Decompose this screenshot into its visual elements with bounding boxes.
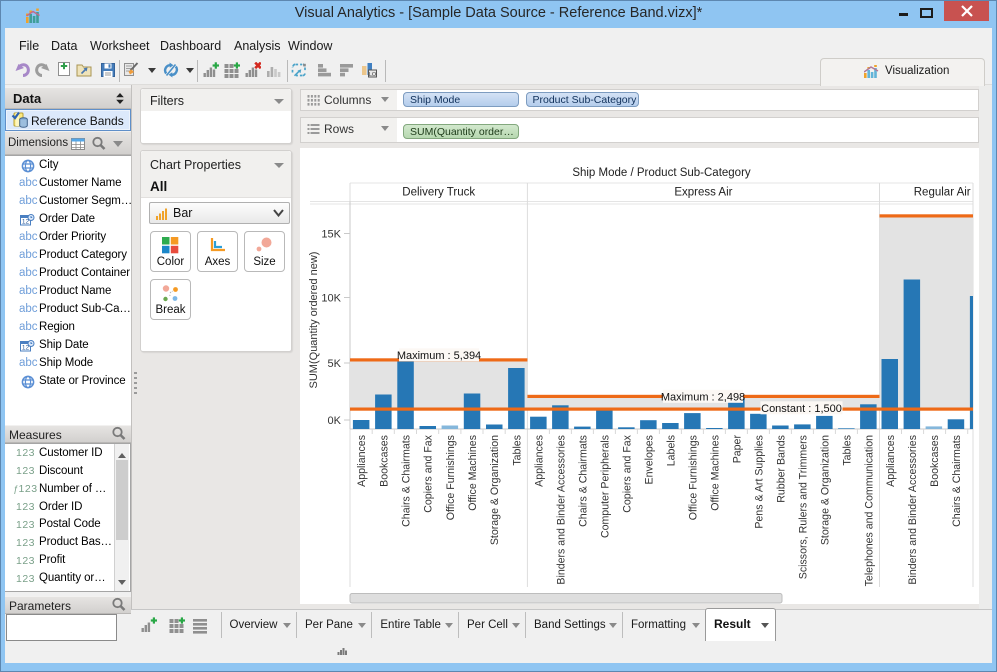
svg-text:Copiers and Fax: Copiers and Fax: [423, 434, 435, 512]
svg-text:Chairs & Chairmats: Chairs & Chairmats: [401, 435, 413, 527]
svg-text:Delivery Truck: Delivery Truck: [402, 187, 475, 199]
svg-text:10K: 10K: [321, 293, 341, 305]
svg-text:Pens & Art Supplies: Pens & Art Supplies: [753, 435, 765, 529]
svg-text:Regular Air: Regular Air: [914, 187, 971, 199]
svg-text:Binders and Binder Accessories: Binders and Binder Accessories: [555, 435, 567, 585]
svg-text:Binders and Binder Accessories: Binders and Binder Accessories: [907, 435, 919, 585]
svg-text:Tables: Tables: [841, 435, 853, 466]
svg-text:Ship Mode / Product Sub-Catego: Ship Mode / Product Sub-Category: [572, 167, 751, 179]
svg-text:Constant : 1,500: Constant : 1,500: [761, 403, 842, 415]
svg-text:0K: 0K: [328, 415, 342, 427]
svg-text:Envelopes: Envelopes: [643, 435, 655, 484]
svg-text:Computer Peripherals: Computer Peripherals: [599, 435, 611, 538]
svg-text:Appliances: Appliances: [533, 435, 545, 487]
svg-text:Tables: Tables: [511, 435, 523, 466]
svg-text:Storage & Organization: Storage & Organization: [819, 435, 831, 545]
svg-text:5K: 5K: [328, 358, 342, 370]
svg-text:Appliances: Appliances: [356, 435, 368, 487]
svg-text:15K: 15K: [321, 229, 341, 241]
svg-text:Copiers and Fax: Copiers and Fax: [621, 434, 633, 512]
svg-text:Maximum : 5,394: Maximum : 5,394: [397, 350, 481, 362]
svg-text:Rubber Bands: Rubber Bands: [775, 435, 787, 503]
svg-text:Chairs & Chairmats: Chairs & Chairmats: [577, 435, 589, 527]
svg-text:Appliances: Appliances: [885, 435, 897, 487]
svg-text:Paper: Paper: [731, 435, 743, 464]
svg-text:Office Machines: Office Machines: [467, 435, 479, 511]
svg-text:Scissors, Rulers and Trimmers: Scissors, Rulers and Trimmers: [797, 435, 809, 579]
svg-text:Chairs & Chairmats: Chairs & Chairmats: [951, 435, 963, 527]
svg-text:Telephones and Communication: Telephones and Communication: [863, 435, 875, 586]
svg-text:Labels: Labels: [665, 435, 677, 466]
svg-text:Office Machines: Office Machines: [709, 435, 721, 511]
svg-text:Storage & Organization: Storage & Organization: [489, 435, 501, 545]
svg-text:Office Furnishings: Office Furnishings: [445, 435, 457, 520]
svg-text:Office Furnishings: Office Furnishings: [687, 435, 699, 520]
svg-text:Bookcases: Bookcases: [378, 435, 390, 487]
svg-text:Express Air: Express Air: [674, 187, 732, 199]
svg-text:SUM(Quantity ordered new): SUM(Quantity ordered new): [308, 252, 320, 389]
svg-text:Maximum : 2,498: Maximum : 2,498: [661, 391, 745, 403]
svg-text:Bookcases: Bookcases: [929, 435, 941, 487]
svg-text:LO: LO: [369, 72, 377, 78]
